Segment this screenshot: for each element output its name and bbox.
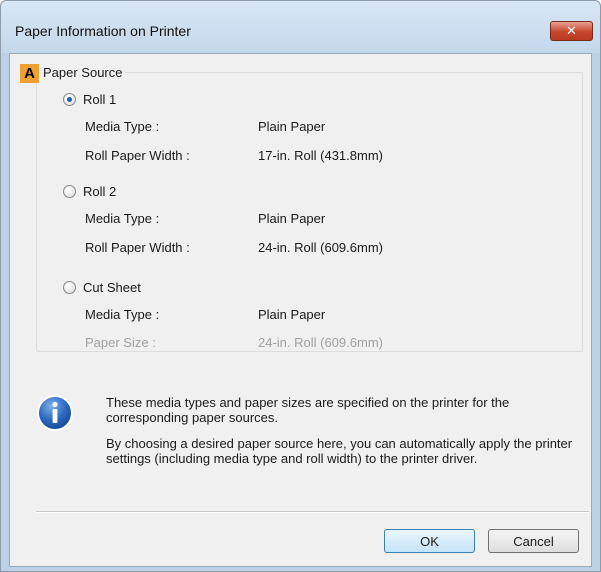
separator (36, 511, 589, 513)
radio-button[interactable] (63, 185, 76, 198)
close-button[interactable]: ✕ (550, 21, 593, 41)
radio-roll-1[interactable]: Roll 1 (63, 92, 116, 107)
roll-2-media-type-label: Media Type : (85, 211, 160, 226)
cut-sheet-media-type-label: Media Type : (85, 307, 160, 322)
cut-sheet-media-type-value: Plain Paper (258, 307, 326, 322)
title-bar[interactable]: Paper Information on Printer ✕ (1, 1, 600, 53)
cancel-button-label: Cancel (513, 533, 554, 549)
roll-1-width-value: 17-in. Roll (431.8mm) (258, 148, 383, 163)
dialog-window: Paper Information on Printer ✕ A Paper S… (0, 0, 601, 572)
radio-cut-sheet[interactable]: Cut Sheet (63, 280, 141, 295)
cut-sheet-paper-size-label: Paper Size : (85, 335, 156, 350)
ok-button[interactable]: OK (384, 529, 475, 553)
info-text-2: By choosing a desired paper source here,… (106, 436, 573, 466)
info-icon (37, 395, 73, 431)
group-legend: Paper Source (41, 65, 125, 80)
cut-sheet-paper-size-value: 24-in. Roll (609.6mm) (258, 335, 383, 350)
cancel-button[interactable]: Cancel (488, 529, 579, 553)
window-title: Paper Information on Printer (15, 23, 191, 39)
roll-1-media-type-label: Media Type : (85, 119, 160, 134)
radio-roll-1-label: Roll 1 (83, 92, 117, 107)
radio-button[interactable] (63, 281, 76, 294)
roll-1-width-label: Roll Paper Width : (85, 148, 190, 163)
roll-2-media-type-value: Plain Paper (258, 211, 326, 226)
radio-roll-2[interactable]: Roll 2 (63, 184, 116, 199)
roll-1-media-type-value: Plain Paper (258, 119, 326, 134)
roll-2-width-label: Roll Paper Width : (85, 240, 190, 255)
dialog-body: A Paper Source Roll 1 Media Type : Plain… (9, 53, 592, 567)
radio-roll-2-label: Roll 2 (83, 184, 117, 199)
radio-cut-sheet-label: Cut Sheet (83, 280, 141, 295)
radio-button-checked[interactable] (63, 93, 76, 106)
callout-marker: A (20, 64, 39, 83)
roll-2-width-value: 24-in. Roll (609.6mm) (258, 240, 383, 255)
close-icon: ✕ (566, 23, 577, 38)
ok-button-label: OK (420, 533, 439, 549)
info-text-1: These media types and paper sizes are sp… (106, 395, 510, 425)
